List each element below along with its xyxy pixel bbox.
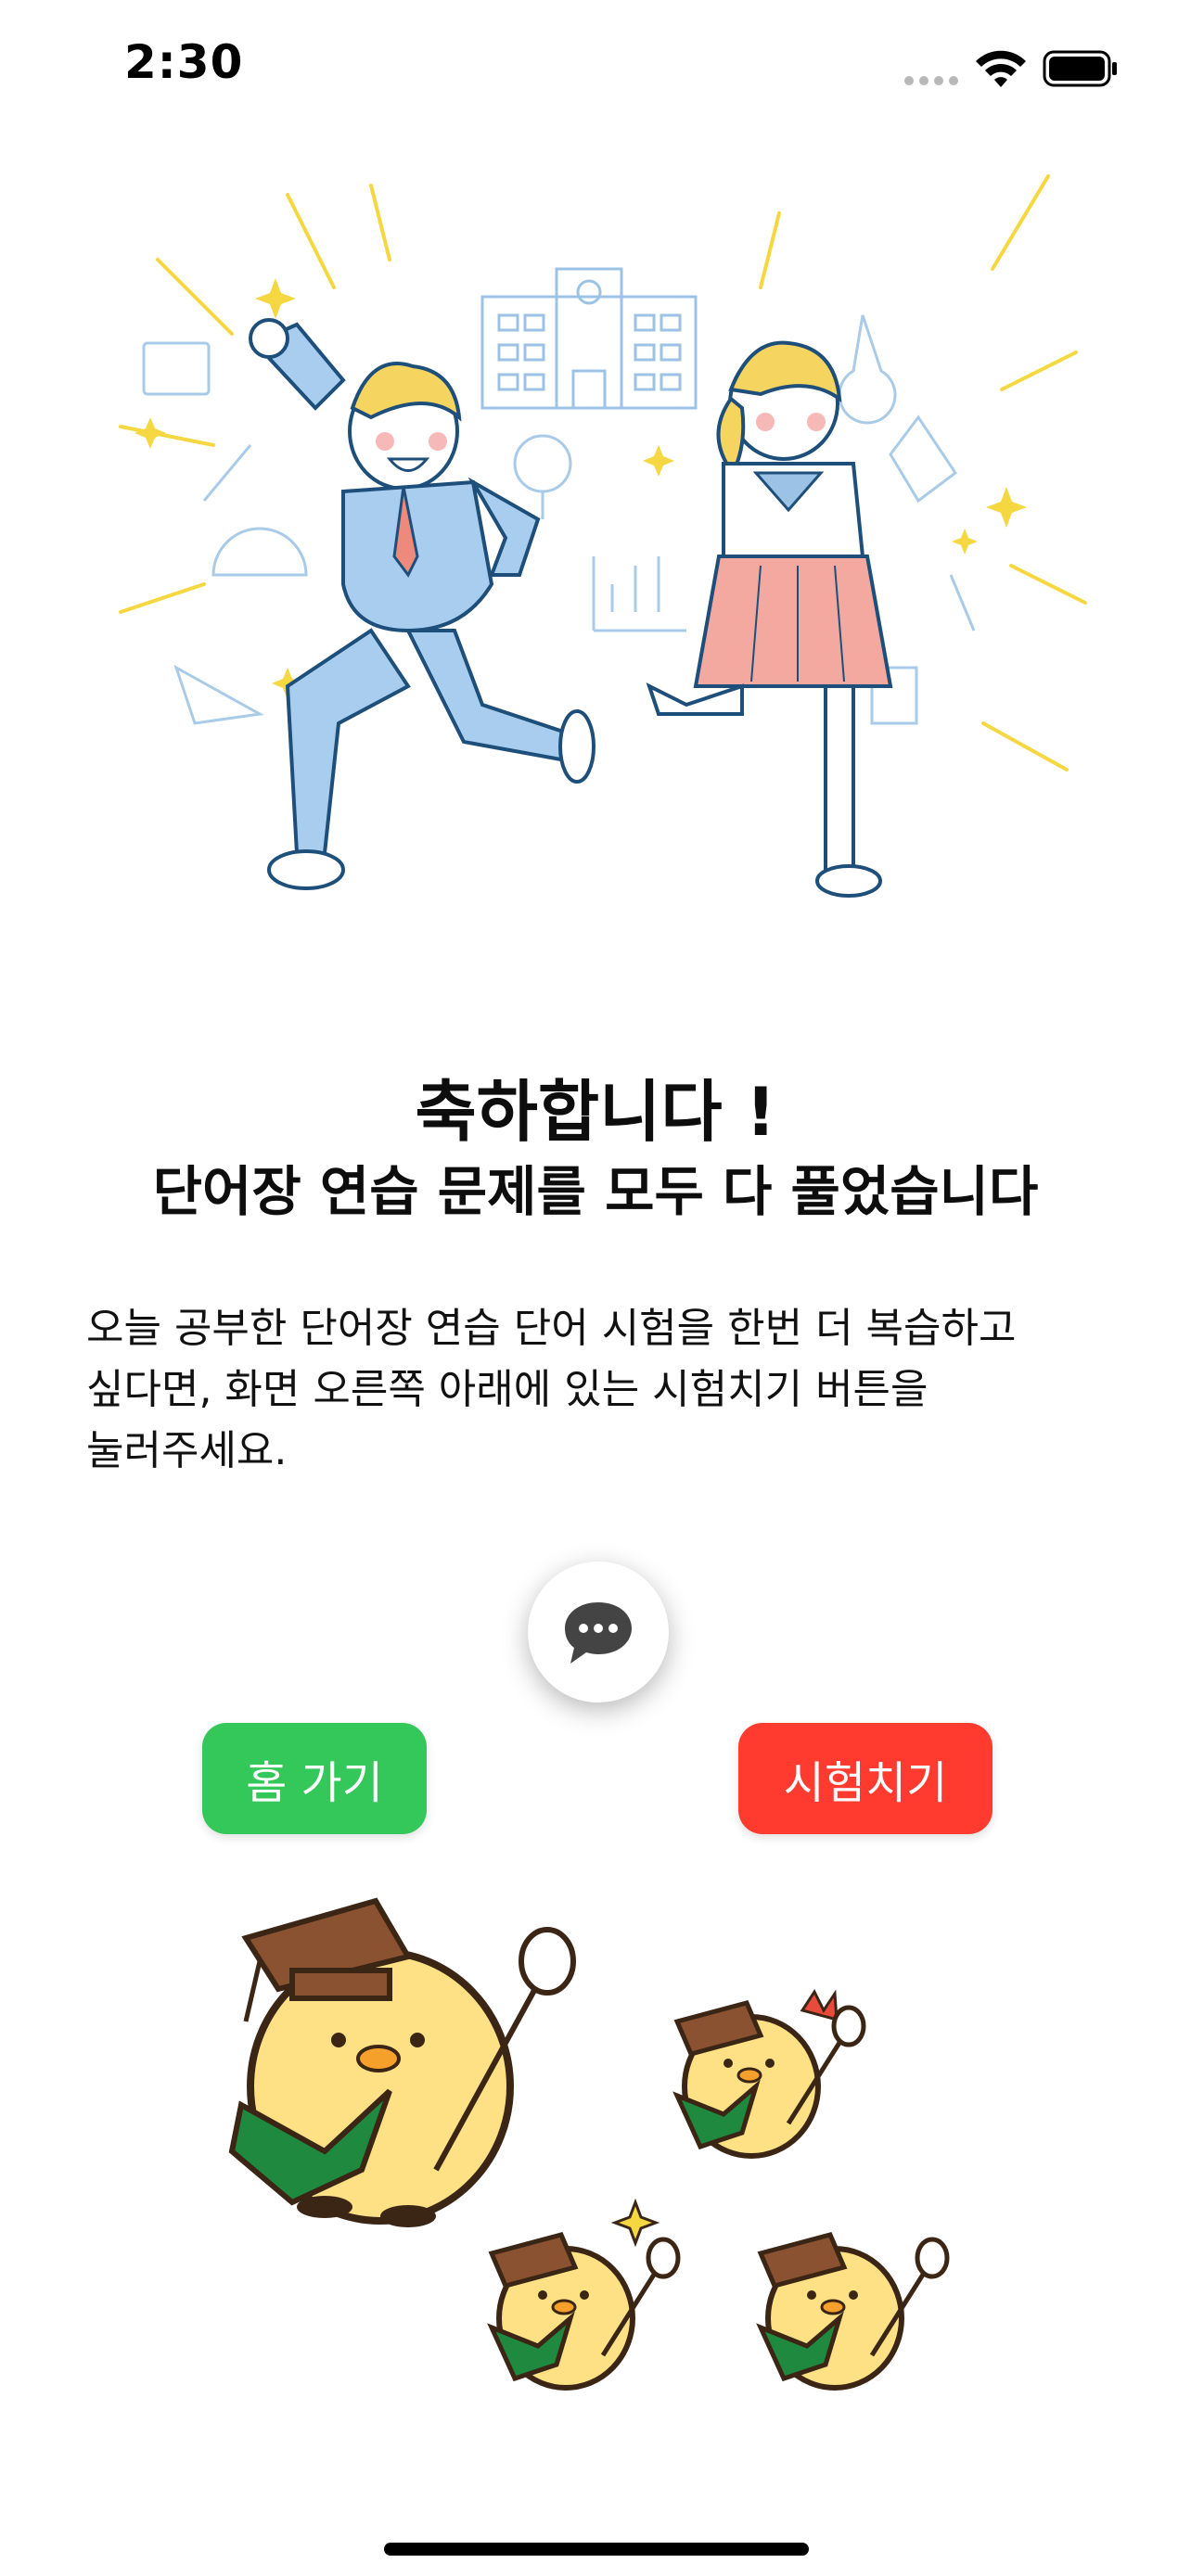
status-time: 2:30 bbox=[124, 35, 244, 89]
battery-icon bbox=[1043, 50, 1117, 87]
wifi-icon bbox=[976, 50, 1026, 87]
status-bar: 2:30 bbox=[0, 0, 1191, 139]
take-test-button[interactable]: 시험치기 bbox=[738, 1723, 992, 1834]
chat-bubble-icon bbox=[565, 1602, 632, 1664]
home-button[interactable]: 홈 가기 bbox=[202, 1723, 427, 1834]
congratulations-title: 축하합니다 ! bbox=[415, 1073, 776, 1151]
review-instructions: 오늘 공부한 단어장 연습 단어 시험을 한번 더 복습하고 싶다면, 화면 오… bbox=[86, 1305, 1017, 1474]
home-indicator[interactable] bbox=[384, 2543, 809, 2556]
completion-subtitle: 단어장 연습 문제를 모두 다 풀었습니다 bbox=[152, 1160, 1039, 1223]
signal-icon bbox=[904, 76, 958, 85]
chat-button[interactable] bbox=[528, 1562, 669, 1702]
chick-mascots-illustration bbox=[228, 1897, 950, 2391]
celebrating-students-illustration bbox=[119, 174, 1087, 898]
